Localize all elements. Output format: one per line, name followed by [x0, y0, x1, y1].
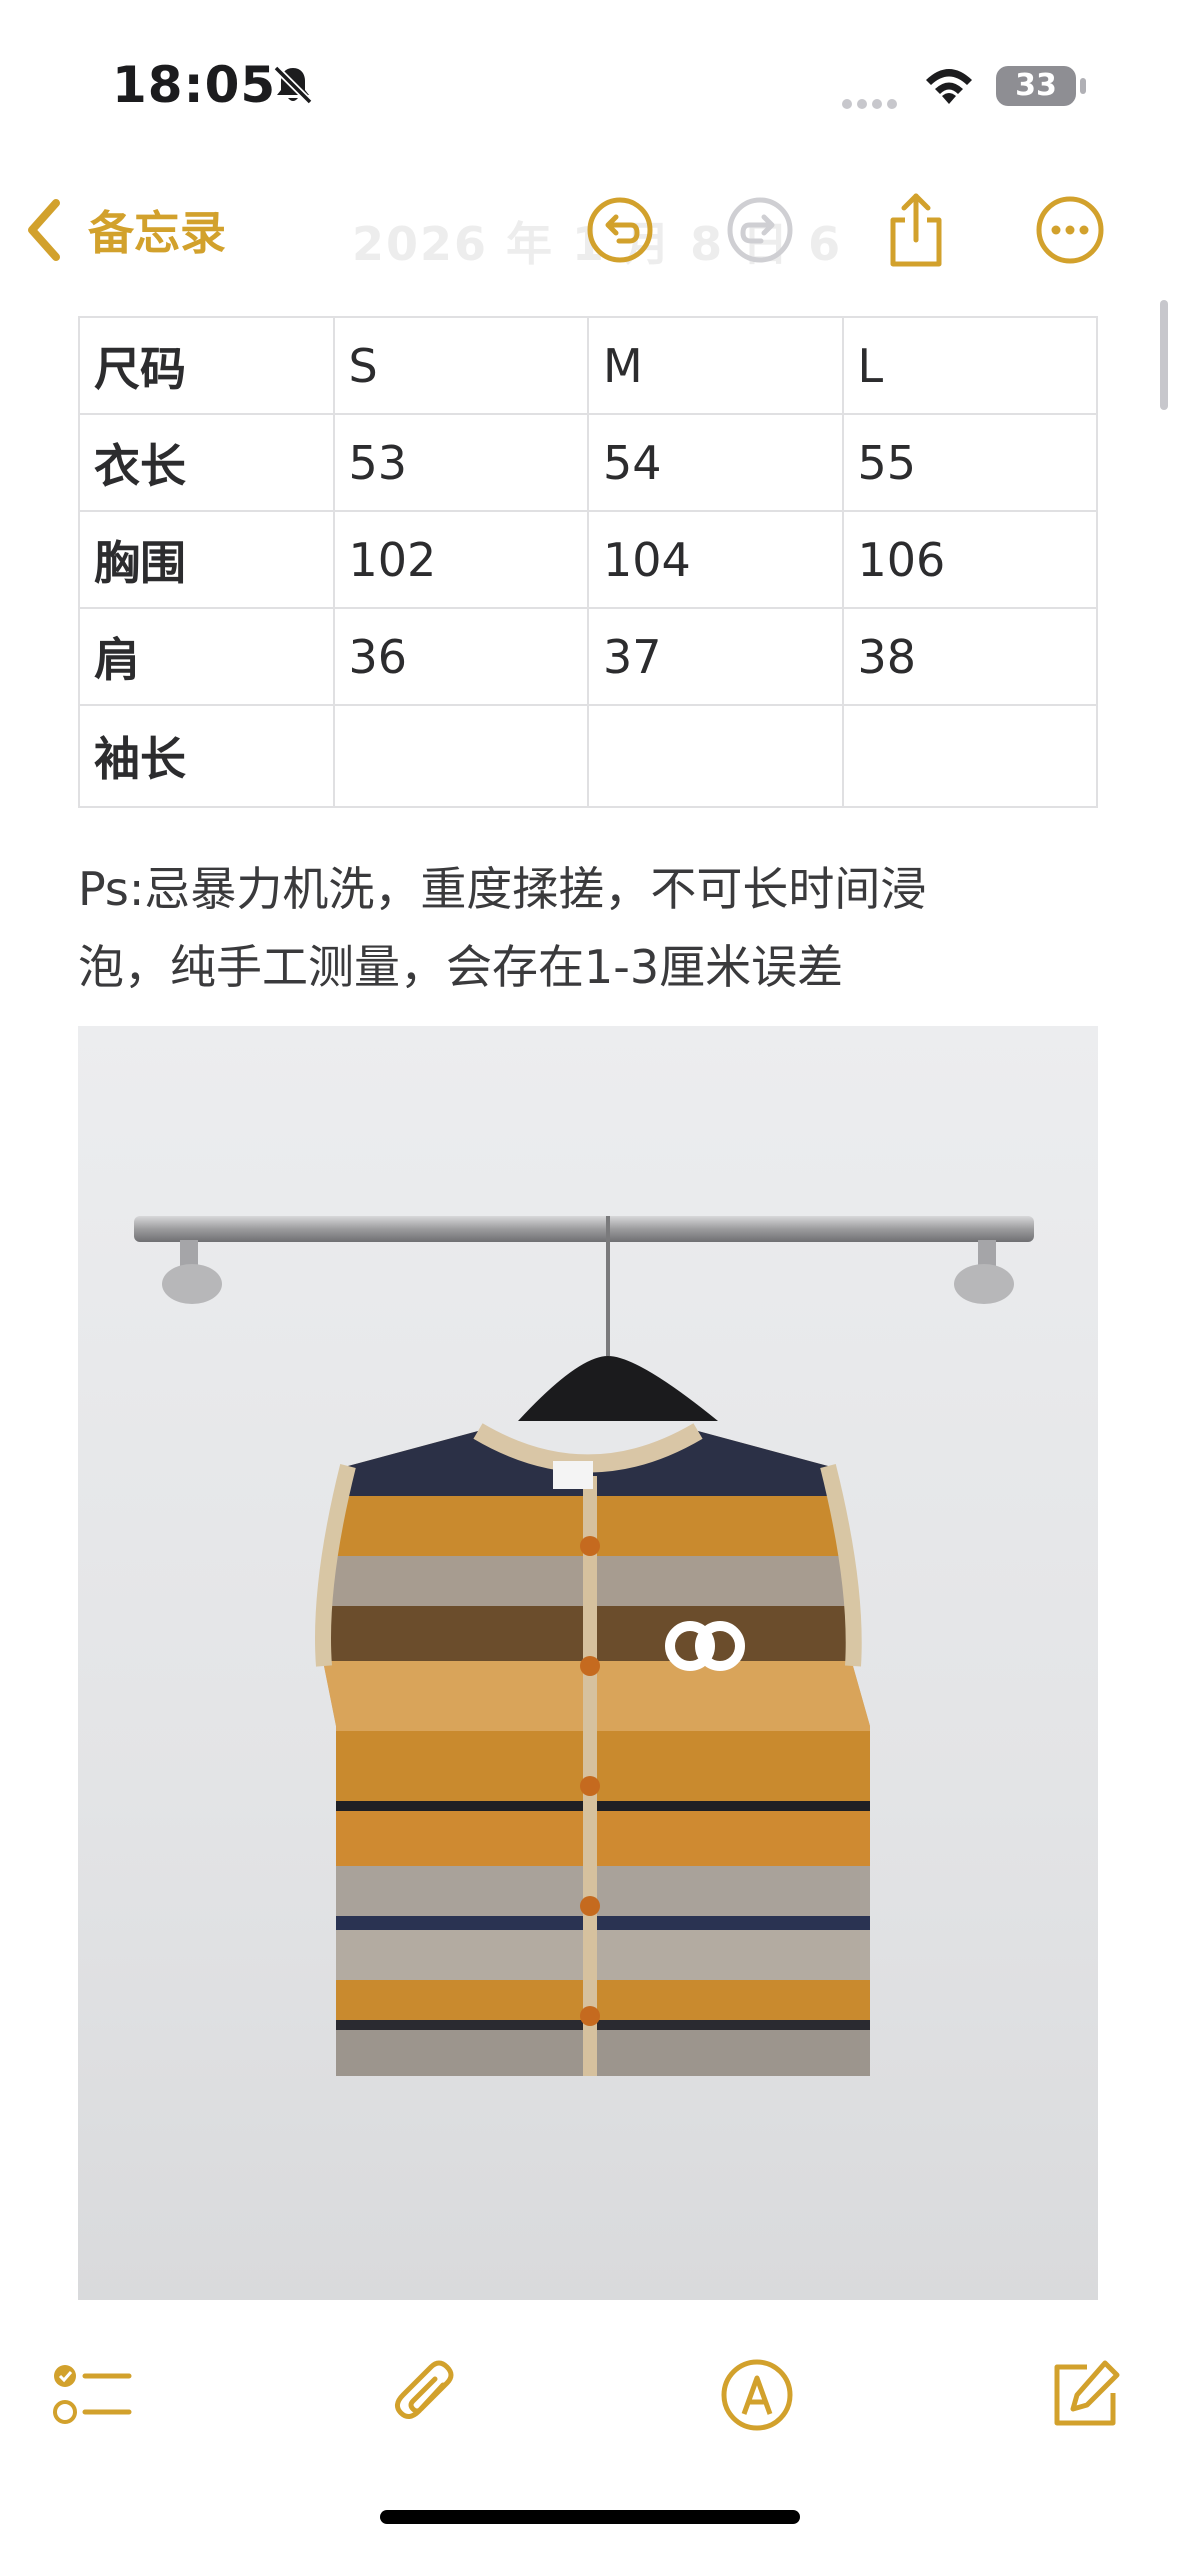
size-table: 尺码 S M L 衣长 53 54 55 胸围 102 104 106 肩 36… — [78, 316, 1098, 808]
home-indicator[interactable] — [380, 2510, 800, 2524]
table-cell[interactable]: 37 — [587, 607, 844, 706]
table-cell[interactable] — [841, 704, 1098, 808]
knit-vest-photo — [78, 1026, 1098, 2300]
battery-icon: 33 — [996, 66, 1076, 106]
checklist-button[interactable] — [48, 2350, 138, 2440]
markup-button[interactable] — [712, 2350, 802, 2440]
table-cell[interactable]: 55 — [841, 413, 1098, 512]
back-button[interactable]: 备忘录 — [22, 190, 226, 270]
more-button[interactable] — [1030, 190, 1110, 270]
table-cell[interactable]: 36 — [332, 607, 589, 706]
share-icon — [890, 193, 942, 267]
status-bar: 18:05 33 — [0, 0, 1179, 170]
paperclip-icon — [395, 2360, 454, 2419]
attach-button[interactable] — [382, 2350, 472, 2440]
table-row: 衣长 53 54 55 — [78, 413, 1098, 512]
table-cell[interactable] — [332, 704, 589, 808]
table-cell[interactable] — [587, 704, 844, 808]
table-cell[interactable]: 54 — [587, 413, 844, 512]
table-cell[interactable]: 胸围 — [78, 510, 335, 609]
compose-icon — [1054, 2360, 1120, 2426]
more-icon — [1036, 196, 1104, 264]
table-row: 胸围 102 104 106 — [78, 510, 1098, 609]
chevron-left-icon — [28, 199, 60, 261]
table-cell[interactable]: 53 — [332, 413, 589, 512]
bell-slash-icon — [273, 65, 313, 105]
table-cell[interactable]: 袖长 — [78, 704, 335, 808]
bottom-toolbar — [0, 2330, 1179, 2450]
status-time: 18:05 — [112, 56, 277, 114]
product-photo[interactable] — [78, 1026, 1098, 2300]
scroll-indicator — [1160, 300, 1168, 410]
table-cell[interactable]: 106 — [841, 510, 1098, 609]
redo-button[interactable] — [720, 190, 800, 270]
wifi-icon — [926, 69, 972, 104]
compose-button[interactable] — [1040, 2350, 1130, 2440]
table-cell[interactable]: M — [587, 316, 844, 415]
table-cell[interactable]: 38 — [841, 607, 1098, 706]
share-button[interactable] — [876, 190, 956, 270]
table-cell[interactable]: L — [841, 316, 1098, 415]
table-row: 尺码 S M L — [78, 316, 1098, 415]
checklist-icon — [53, 2365, 132, 2424]
table-row: 袖长 — [78, 704, 1098, 808]
table-cell[interactable]: S — [332, 316, 589, 415]
note-line: 泡，纯手工测量，会存在1-3厘米误差 — [78, 940, 844, 994]
redo-icon — [727, 197, 793, 263]
table-cell[interactable]: 尺码 — [78, 316, 335, 415]
cellular-signal-icon — [842, 94, 902, 113]
table-cell[interactable]: 102 — [332, 510, 589, 609]
undo-icon — [587, 197, 653, 263]
table-cell[interactable]: 104 — [587, 510, 844, 609]
markup-pen-icon — [721, 2359, 793, 2431]
note-text[interactable]: Ps:忌暴力机洗，重度揉搓，不可长时间浸 泡，纯手工测量，会存在1-3厘米误差 — [78, 850, 1118, 1006]
battery-cap — [1080, 78, 1086, 94]
table-row: 肩 36 37 38 — [78, 607, 1098, 706]
nav-bar: 备忘录 2026 年 1 月 8 日 6 — [0, 180, 1179, 280]
note-line: Ps:忌暴力机洗，重度揉搓，不可长时间浸 — [78, 862, 927, 916]
back-label: 备忘录 — [88, 206, 226, 260]
table-cell[interactable]: 衣长 — [78, 413, 335, 512]
undo-button[interactable] — [580, 190, 660, 270]
table-cell[interactable]: 肩 — [78, 607, 335, 706]
